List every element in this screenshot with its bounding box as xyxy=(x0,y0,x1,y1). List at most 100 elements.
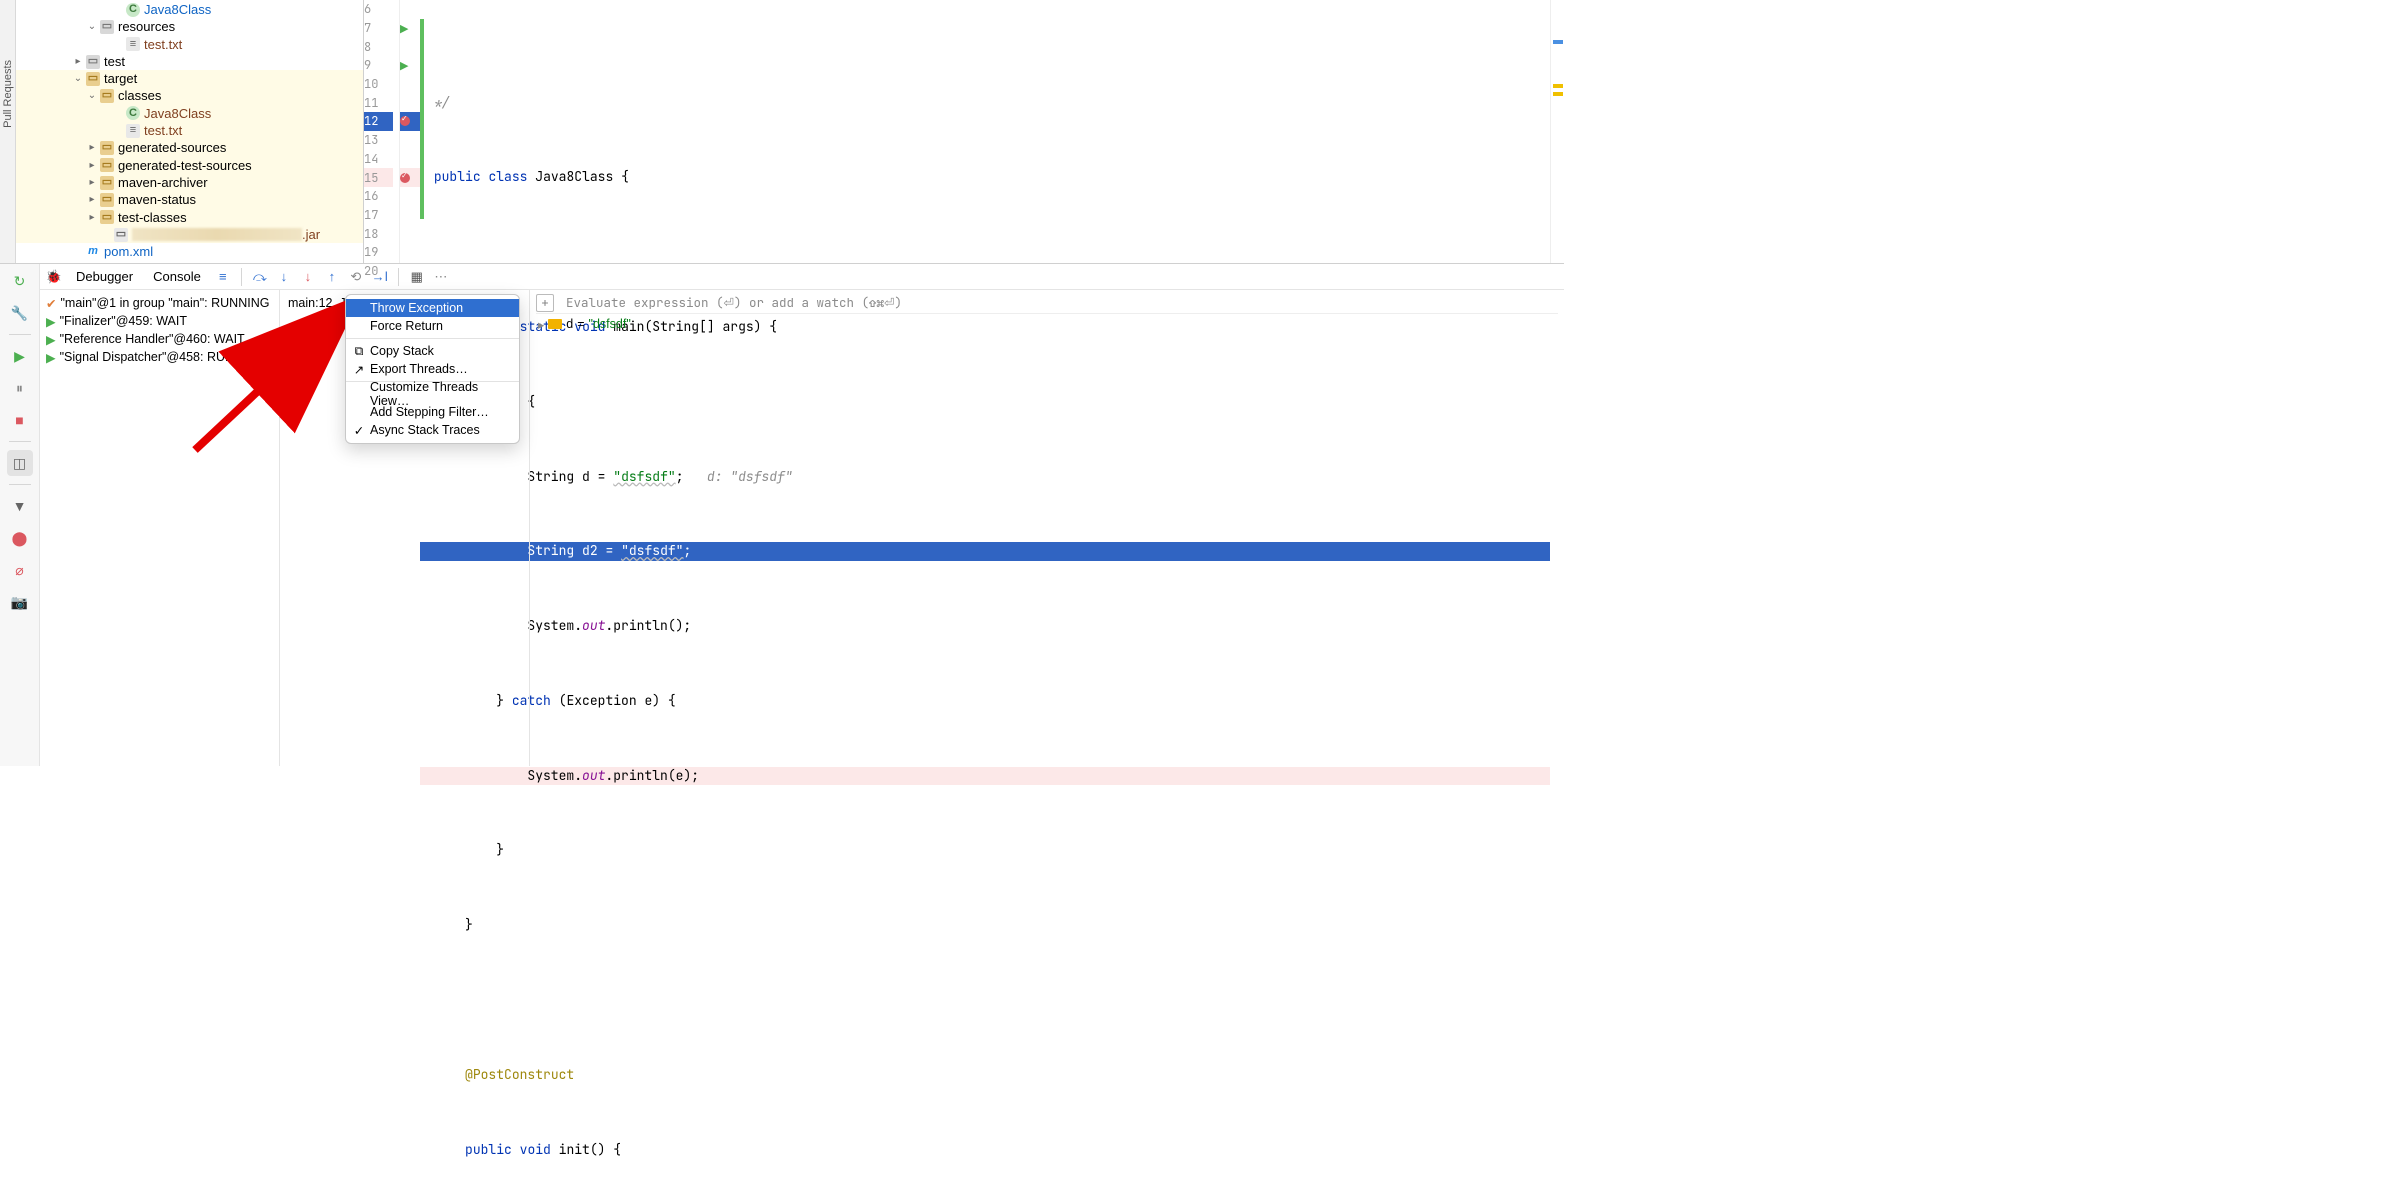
debug-left-toolbar: ↻ 🔧 ▶ ⏸ ■ ◫ ▼ ⬤ ⌀ 📷 xyxy=(0,264,40,766)
tree-folder-gen-sources[interactable]: ▸ ▭ generated-sources xyxy=(16,139,363,156)
side-tab-label: Pull Requests xyxy=(2,60,14,128)
drop-frame-button[interactable]: ⟲ xyxy=(346,267,366,287)
filter-button[interactable]: ▼ xyxy=(7,493,33,519)
evaluate-button[interactable]: ▦ xyxy=(407,267,427,287)
menu-item-add-stepping-filter[interactable]: Add Stepping Filter… xyxy=(346,403,519,421)
variables-pane[interactable]: + Evaluate expression (⏎) or add a watch… xyxy=(530,290,1564,766)
menu-item-export-threads[interactable]: ↗ Export Threads… xyxy=(346,360,519,378)
code-line[interactable]: @PostConstruct xyxy=(420,1066,1550,1085)
menu-item-async-stack-traces[interactable]: ✓ Async Stack Traces xyxy=(346,421,519,439)
step-over-button[interactable]: ⤼ xyxy=(250,267,270,287)
folder-icon: ▭ xyxy=(100,176,114,190)
disable-breakpoints-button[interactable]: ⌀ xyxy=(7,557,33,583)
folder-icon: ▭ xyxy=(100,20,114,34)
menu-item-throw-exception[interactable]: Throw Exception xyxy=(346,299,519,317)
resume-button[interactable]: ▶ xyxy=(7,343,33,369)
stop-button[interactable]: ■ xyxy=(7,407,33,433)
menu-item-force-return[interactable]: Force Return xyxy=(346,317,519,335)
variable-row[interactable]: ▸ d = "dsfsdf" xyxy=(536,314,1558,334)
tree-folder-target[interactable]: ⌄ ▭ target xyxy=(16,70,363,87)
menu-item-copy-stack[interactable]: ⧉ Copy Stack xyxy=(346,342,519,360)
step-out-button[interactable]: ↑ xyxy=(322,267,342,287)
tree-file-test-txt-2[interactable]: ▸ ≡ test.txt xyxy=(16,122,363,139)
check-icon: ✓ xyxy=(352,423,366,438)
tree-file-java8class[interactable]: ▸ C Java8Class xyxy=(16,1,363,18)
code-line[interactable] xyxy=(420,243,1550,262)
gutter-icons[interactable]: ▶ ▶ xyxy=(400,0,420,263)
tree-folder-classes[interactable]: ⌄ ▭ classes xyxy=(16,87,363,104)
editor-code-area[interactable]: */ public class Java8Class { public stat… xyxy=(420,0,1550,263)
folder-icon: ▭ xyxy=(100,158,114,172)
tree-file-java8class-2[interactable]: ▸ C Java8Class xyxy=(16,105,363,122)
threads-pane[interactable]: ✔ "main"@1 in group "main": RUNNING ▶ "F… xyxy=(40,290,280,766)
play-icon: ▶ xyxy=(46,314,56,329)
pause-button[interactable]: ⏸ xyxy=(7,375,33,401)
camera-button[interactable]: 📷 xyxy=(7,589,33,615)
thread-row[interactable]: ▶ "Reference Handler"@460: WAIT xyxy=(42,330,277,348)
run-icon[interactable]: ▶ xyxy=(400,59,408,72)
evaluate-placeholder: Evaluate expression (⏎) or add a watch (… xyxy=(566,294,902,311)
step-into-button[interactable]: ↓ xyxy=(274,267,294,287)
add-watch-button[interactable]: + xyxy=(536,294,554,312)
tree-folder-gen-test-sources[interactable]: ▸ ▭ generated-test-sources xyxy=(16,157,363,174)
tab-console[interactable]: Console xyxy=(145,269,209,284)
tree-file-jar[interactable]: ▸ ▭ .jar xyxy=(16,226,363,243)
class-icon: C xyxy=(126,3,140,17)
tab-debugger[interactable]: Debugger xyxy=(68,269,141,284)
separator xyxy=(398,268,399,286)
separator xyxy=(241,268,242,286)
more-button[interactable]: ⋯ xyxy=(431,267,451,287)
jar-file-icon: ▭ xyxy=(114,228,128,242)
menu-item-customize-threads-view[interactable]: Customize Threads View… xyxy=(346,385,519,403)
chevron-right-icon: ▸ xyxy=(86,194,98,206)
chevron-down-icon: ⌄ xyxy=(72,73,84,85)
settings-button[interactable]: 🔧 xyxy=(7,300,33,326)
project-tree[interactable]: ▸ C Java8Class ⌄ ▭ resources ▸ ≡ test.tx… xyxy=(16,0,364,263)
code-line[interactable]: } xyxy=(420,916,1550,935)
chevron-down-icon: ⌄ xyxy=(86,90,98,102)
tree-file-pom[interactable]: ▸ m pom.xml xyxy=(16,243,363,260)
tree-folder-maven-archiver[interactable]: ▸ ▭ maven-archiver xyxy=(16,174,363,191)
separator xyxy=(9,484,31,485)
layout-button[interactable]: ◫ xyxy=(7,450,33,476)
threads-icon[interactable]: ≡ xyxy=(213,267,233,287)
chevron-right-icon: ▸ xyxy=(86,211,98,223)
code-line[interactable]: public class Java8Class { xyxy=(420,168,1550,187)
folder-icon: ▭ xyxy=(86,72,100,86)
chevron-right-icon: ▸ xyxy=(538,317,544,332)
thread-row[interactable]: ▶ "Finalizer"@459: WAIT xyxy=(42,312,277,330)
code-editor[interactable]: 6 7 8 9 10 11 12 13 14 15 16 17 18 19 20… xyxy=(364,0,1564,263)
tree-folder-maven-status[interactable]: ▸ ▭ maven-status xyxy=(16,191,363,208)
code-line[interactable]: public void init() { xyxy=(420,1141,1550,1160)
editor-minimap[interactable] xyxy=(1550,0,1564,263)
chevron-right-icon: ▸ xyxy=(86,159,98,171)
run-icon[interactable]: ▶ xyxy=(400,22,408,35)
thread-row[interactable]: ✔ "main"@1 in group "main": RUNNING xyxy=(42,294,277,312)
code-line[interactable]: */ xyxy=(420,94,1550,113)
debug-top-toolbar: 🐞 Debugger Console ≡ ⤼ ↓ ↓ ↑ ⟲ →ǀ ▦ ⋯ xyxy=(40,264,1564,290)
chevron-right-icon: ▸ xyxy=(86,142,98,154)
evaluate-expression-input[interactable]: + Evaluate expression (⏎) or add a watch… xyxy=(536,292,1558,314)
export-icon: ↗ xyxy=(352,362,366,377)
mute-breakpoints-button[interactable]: ⬤ xyxy=(7,525,33,551)
breakpoint-icon[interactable] xyxy=(400,116,410,126)
play-icon: ▶ xyxy=(46,350,56,365)
run-to-cursor-button[interactable]: →ǀ xyxy=(370,267,390,287)
tree-folder-test-classes[interactable]: ▸ ▭ test-classes xyxy=(16,209,363,226)
thread-row[interactable]: ▶ "Signal Dispatcher"@458: RUNNING xyxy=(42,348,277,366)
text-file-icon: ≡ xyxy=(126,37,140,51)
code-line[interactable] xyxy=(420,991,1550,1010)
text-file-icon: ≡ xyxy=(126,124,140,138)
tree-folder-test[interactable]: ▸ ▭ test xyxy=(16,53,363,70)
code-line[interactable]: } xyxy=(420,841,1550,860)
vcs-change-stripe xyxy=(420,19,424,219)
rerun-button[interactable]: ↻ xyxy=(7,268,33,294)
tree-file-test-txt[interactable]: ▸ ≡ test.txt xyxy=(16,36,363,53)
side-tab-pull-requests[interactable]: Pull Requests xyxy=(0,0,16,263)
breakpoint-icon[interactable] xyxy=(400,173,410,183)
code-line[interactable]: System.out.println(e); xyxy=(420,767,1550,786)
tree-folder-resources[interactable]: ⌄ ▭ resources xyxy=(16,18,363,35)
copy-icon: ⧉ xyxy=(352,344,366,359)
force-step-into-button[interactable]: ↓ xyxy=(298,267,318,287)
folder-icon: ▭ xyxy=(86,55,100,69)
